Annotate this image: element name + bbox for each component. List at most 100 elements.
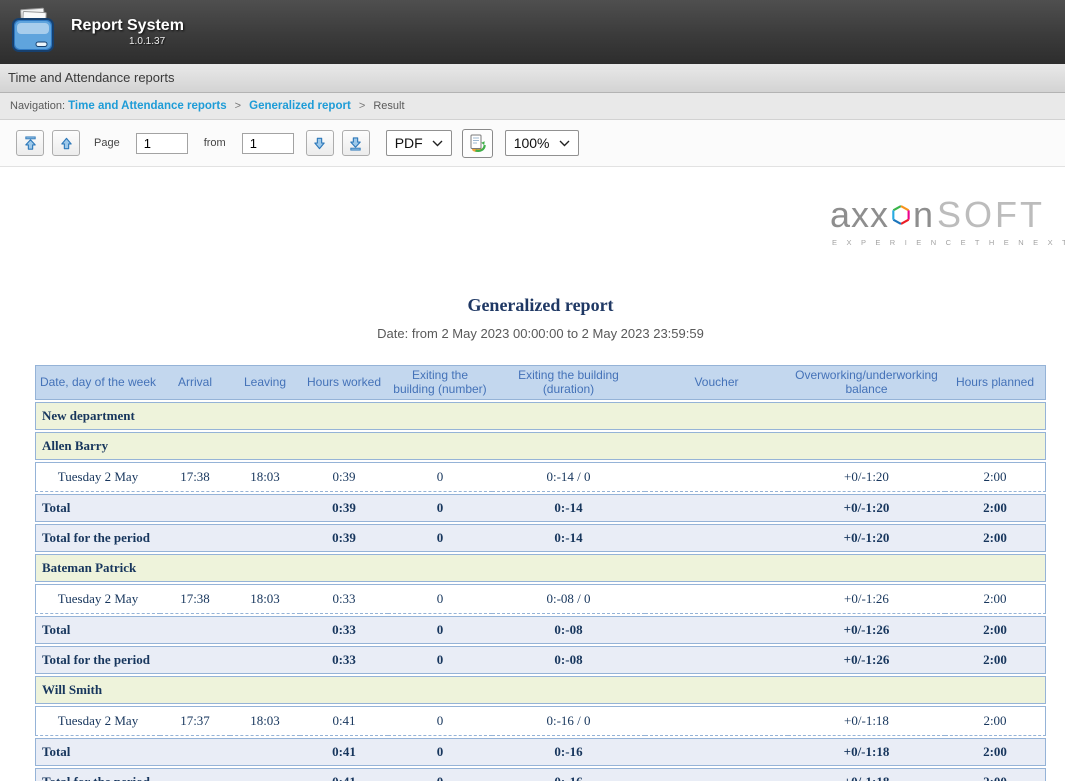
column-header: Exiting the building (number) — [388, 365, 492, 400]
period-total-row: Total for the period 0:41 0 0:-16 +0/-1:… — [35, 768, 1046, 781]
cell-exit-duration: 0:-16 — [492, 768, 645, 781]
column-header: Hours worked — [300, 365, 388, 400]
cell-hours-worked: 0:33 — [300, 646, 388, 674]
cell-exit-number: 0 — [388, 462, 492, 492]
column-header: Date, day of the week — [35, 365, 160, 400]
last-page-button[interactable] — [342, 130, 370, 156]
cell-balance: +0/-1:18 — [788, 706, 945, 736]
chevron-down-icon — [559, 140, 570, 147]
person-name: Bateman Patrick — [35, 554, 1046, 582]
cell-exit-number: 0 — [388, 646, 492, 674]
cell-exit-duration: 0:-08 / 0 — [492, 584, 645, 614]
cell-arrival: 17:38 — [160, 584, 230, 614]
cell-hours-planned: 2:00 — [945, 462, 1046, 492]
page-input[interactable] — [136, 133, 188, 154]
toolbar: Page from PDF 100% — [0, 120, 1065, 167]
total-row: Total 0:33 0 0:-08 +0/-1:26 2:00 — [35, 616, 1046, 644]
cell-date: Tuesday 2 May — [35, 584, 160, 614]
from-label: from — [204, 137, 226, 149]
cell-hours-worked: 0:33 — [300, 584, 388, 614]
cell-voucher — [645, 616, 788, 644]
report-table: Date, day of the week Arrival Leaving Ho… — [35, 363, 1046, 781]
cell-voucher — [645, 706, 788, 736]
arrow-up-to-bar-icon — [23, 136, 38, 151]
total-label: Total — [35, 738, 300, 766]
cell-voucher — [645, 494, 788, 522]
cell-exit-duration: 0:-16 / 0 — [492, 706, 645, 736]
person-row: Allen Barry — [35, 432, 1046, 460]
cell-balance: +0/-1:20 — [788, 462, 945, 492]
cell-date: Tuesday 2 May — [35, 462, 160, 492]
cell-date: Tuesday 2 May — [35, 706, 160, 736]
cell-exit-number: 0 — [388, 706, 492, 736]
period-total-row: Total for the period 0:39 0 0:-14 +0/-1:… — [35, 524, 1046, 552]
cell-hours-planned: 2:00 — [945, 494, 1046, 522]
axxonsoft-logo-text: n — [913, 197, 934, 233]
first-page-button[interactable] — [16, 130, 44, 156]
cell-voucher — [645, 462, 788, 492]
cell-leaving: 18:03 — [230, 584, 300, 614]
zoom-select[interactable]: 100% — [505, 130, 579, 156]
period-total-label: Total for the period — [35, 524, 300, 552]
cell-exit-number: 0 — [388, 584, 492, 614]
breadcrumb-separator: > — [230, 100, 246, 112]
next-page-button[interactable] — [306, 130, 334, 156]
axxonsoft-logo-suffix: SOFT — [937, 197, 1045, 233]
cell-arrival: 17:38 — [160, 462, 230, 492]
cell-hours-worked: 0:39 — [300, 494, 388, 522]
prev-page-button[interactable] — [52, 130, 80, 156]
total-row: Total 0:41 0 0:-16 +0/-1:18 2:00 — [35, 738, 1046, 766]
cell-exit-duration: 0:-08 — [492, 616, 645, 644]
total-label: Total — [35, 616, 300, 644]
axxonsoft-logo-text: axx — [830, 197, 889, 233]
report-subtitle: Date: from 2 May 2023 00:00:00 to 2 May … — [35, 326, 1046, 341]
chevron-down-icon — [432, 140, 443, 147]
cell-exit-duration: 0:-16 — [492, 738, 645, 766]
period-total-row: Total for the period 0:33 0 0:-08 +0/-1:… — [35, 646, 1046, 674]
breadcrumb: Navigation: Time and Attendance reports … — [0, 93, 1065, 120]
breadcrumb-label: Navigation: — [10, 100, 65, 112]
column-header: Arrival — [160, 365, 230, 400]
total-row: Total 0:39 0 0:-14 +0/-1:20 2:00 — [35, 494, 1046, 522]
arrow-down-icon — [312, 136, 327, 151]
cell-hours-planned: 2:00 — [945, 738, 1046, 766]
day-row: Tuesday 2 May 17:38 18:03 0:33 0 0:-08 /… — [35, 584, 1046, 614]
table-header-row: Date, day of the week Arrival Leaving Ho… — [35, 365, 1046, 400]
person-name: Will Smith — [35, 676, 1046, 704]
cell-balance: +0/-1:20 — [788, 524, 945, 552]
column-header: Voucher — [645, 365, 788, 400]
cell-exit-number: 0 — [388, 768, 492, 781]
breadcrumb-link-generalized-report[interactable]: Generalized report — [249, 100, 351, 112]
column-header: Hours planned — [945, 365, 1046, 400]
report-title: Generalized report — [35, 295, 1046, 316]
person-row: Will Smith — [35, 676, 1046, 704]
department-row: New department — [35, 402, 1046, 430]
cell-voucher — [645, 738, 788, 766]
app-header: Report System 1.0.1.37 — [0, 0, 1065, 64]
cell-exit-duration: 0:-08 — [492, 646, 645, 674]
cell-hours-worked: 0:39 — [300, 462, 388, 492]
page-count-input[interactable] — [242, 133, 294, 154]
export-button[interactable] — [462, 129, 493, 158]
person-name: Allen Barry — [35, 432, 1046, 460]
format-select[interactable]: PDF — [386, 130, 452, 156]
cell-voucher — [645, 646, 788, 674]
cell-hours-worked: 0:41 — [300, 768, 388, 781]
cell-exit-duration: 0:-14 — [492, 524, 645, 552]
arrow-down-to-bar-icon — [348, 136, 363, 151]
person-row: Bateman Patrick — [35, 554, 1046, 582]
cell-hours-planned: 2:00 — [945, 616, 1046, 644]
cell-exit-number: 0 — [388, 494, 492, 522]
cell-leaving: 18:03 — [230, 462, 300, 492]
breadcrumb-link-time-attendance[interactable]: Time and Attendance reports — [68, 100, 226, 112]
app-title: Report System — [71, 17, 184, 35]
format-select-value: PDF — [395, 135, 423, 151]
cell-hours-planned: 2:00 — [945, 584, 1046, 614]
cell-hours-planned: 2:00 — [945, 524, 1046, 552]
column-header: Exiting the building (duration) — [492, 365, 645, 400]
cell-hours-planned: 2:00 — [945, 646, 1046, 674]
report-page: axx n SOFT E X P E R I E N C E T H E N E… — [0, 167, 1065, 781]
cell-exit-duration: 0:-14 / 0 — [492, 462, 645, 492]
cell-voucher — [645, 768, 788, 781]
zoom-select-value: 100% — [514, 135, 550, 151]
